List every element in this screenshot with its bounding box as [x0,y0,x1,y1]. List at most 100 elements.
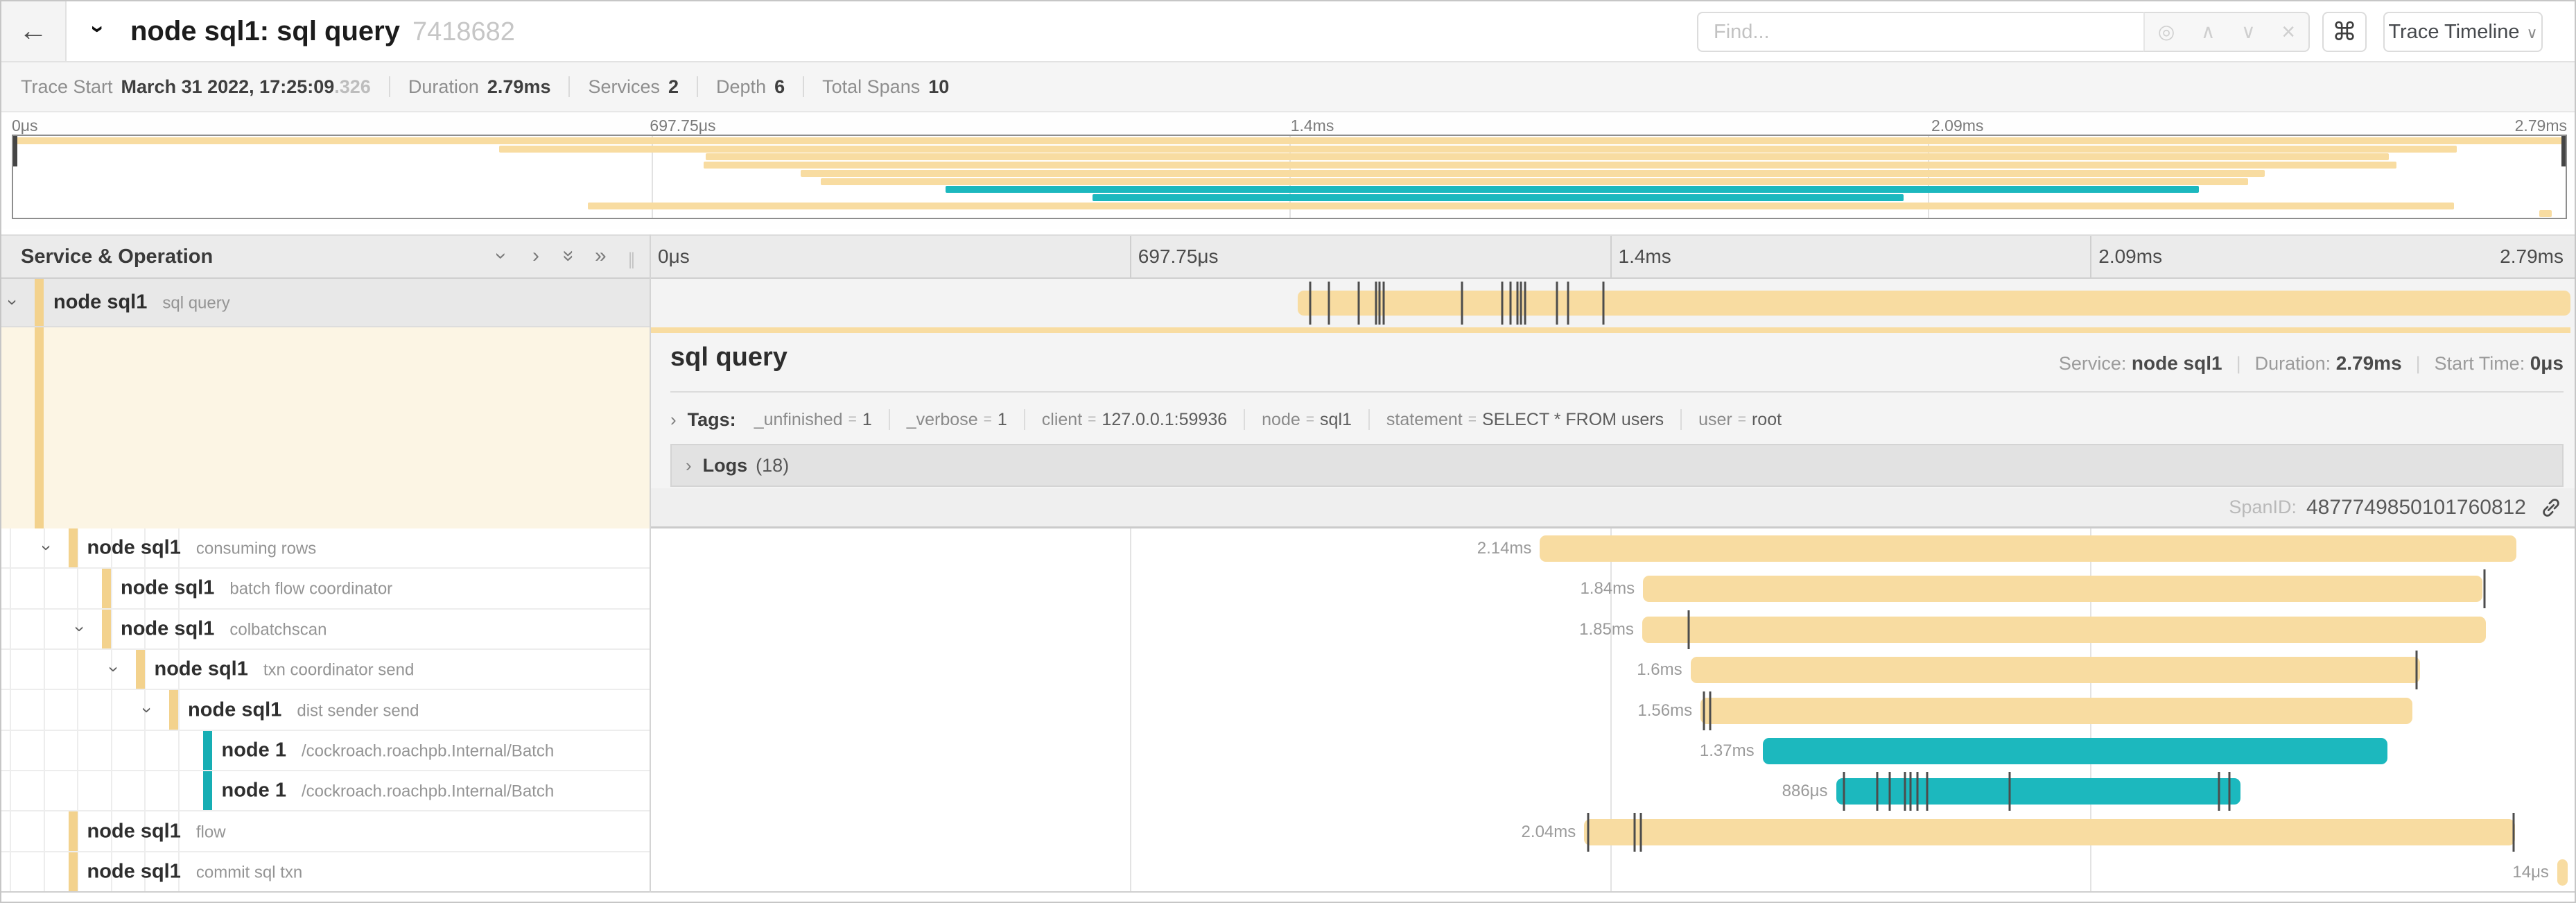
back-button[interactable]: ← [1,1,67,61]
service-name[interactable]: node sql1commit sql txn [87,860,303,883]
find-prev-icon[interactable]: ∧ [2201,22,2216,42]
bars-strip: 14μs [1298,852,2570,893]
service-name[interactable]: node sql1colbatchscan [121,617,327,640]
span-bar[interactable] [1691,657,2421,683]
service-name[interactable]: node sql1batch flow coordinator [121,577,392,600]
keyboard-shortcuts-button[interactable]: ⌘ [2322,12,2367,52]
find-input[interactable] [1697,12,2143,52]
service-accent-bar [203,731,212,770]
locate-icon[interactable]: ◎ [2158,22,2175,42]
bars-strip: 2.14ms [1298,528,2570,569]
service-name[interactable]: node 1/cockroach.roachpb.Internal/Batch [222,780,555,802]
tag-value: 1 [862,410,872,430]
span-row[interactable]: › node sql1consuming rows 2.14ms [1,528,2575,569]
tree-row[interactable]: node sql1flow [1,811,650,852]
span-bar[interactable] [1836,778,2240,805]
meta-separator [568,76,570,97]
tree-row-sql-query[interactable]: › node sql1sql query [1,279,650,327]
column-resize-grip[interactable]: ∥ [627,250,638,270]
service-name[interactable]: node sql1flow [87,820,226,843]
tree-row[interactable]: node sql1commit sql txn [1,852,650,893]
span-bar[interactable] [1584,819,2514,845]
logs-accordion[interactable]: › Logs (18) [670,444,2564,487]
span-row[interactable]: node sql1batch flow coordinator 1.84ms [1,569,2575,609]
span-bar[interactable] [1763,738,2388,764]
chevron-down-icon[interactable]: › [35,545,57,551]
log-marker-tick [1461,282,1463,325]
service-accent-bar [136,650,145,689]
span-bar[interactable] [1298,291,2570,316]
meta-value: 6 [774,76,785,98]
service-accent-bar [69,528,78,567]
span-bar[interactable] [1643,576,2482,602]
service-name[interactable]: node sql1dist sender send [188,698,419,721]
span-row[interactable]: node 1/cockroach.roachpb.Internal/Batch 1… [1,731,2575,771]
chevron-down-icon[interactable]: › [137,707,158,713]
log-marker-tick [1524,282,1526,325]
link-icon[interactable] [2540,497,2562,519]
tree-row[interactable]: › node sql1txn coordinator send [1,650,650,690]
span-row[interactable]: › node sql1colbatchscan 1.85ms [1,610,2575,650]
minimap-right-scrubber[interactable] [2561,136,2566,166]
service-name[interactable]: node sql1sql query [53,291,230,314]
duration-value: 2.79ms [2336,352,2402,374]
trace-collapse-toggle[interactable]: › [94,1,102,61]
tree-row[interactable]: › node sql1consuming rows [1,528,650,569]
bar-row[interactable]: 14μs [650,852,2575,893]
span-bar[interactable] [2557,859,2568,886]
bar-row[interactable]: 1.84ms [650,569,2575,609]
tag-value: 127.0.0.1:59936 [1102,410,1227,430]
service-name[interactable]: node sql1txn coordinator send [155,658,415,681]
bar-row[interactable]: 886μs [650,771,2575,811]
service-name[interactable]: node 1/cockroach.roachpb.Internal/Batch [222,739,555,762]
span-bar[interactable] [1642,617,2486,643]
span-row[interactable]: node sql1flow 2.04ms [1,811,2575,852]
span-bar[interactable] [1700,698,2412,724]
tree-row[interactable]: node 1/cockroach.roachpb.Internal/Batch [1,771,650,811]
panel-divider[interactable] [650,234,651,893]
tree-row[interactable]: node 1/cockroach.roachpb.Internal/Batch [1,731,650,771]
bar-row[interactable]: 1.37ms [650,731,2575,771]
span-row[interactable]: › node sql1txn coordinator send 1.6ms [1,650,2575,690]
minimap-canvas[interactable] [12,135,2567,219]
bar-row[interactable]: 2.14ms [650,528,2575,569]
tree-row[interactable]: › node sql1colbatchscan [1,610,650,650]
span-duration-label: 886μs [1782,782,1828,801]
span-detail-left-gutter [1,327,650,528]
log-marker-tick [2229,772,2231,811]
meta-separator [389,76,390,97]
find-clear-icon[interactable]: × [2281,20,2295,44]
service-accent-bar [102,610,111,648]
view-selector-button[interactable]: Trace Timeline∨ [2383,12,2543,52]
trace-meta-item: Duration2.79ms [408,76,551,98]
collapse-one-icon[interactable]: › [498,236,505,277]
tags-accordion[interactable]: › Tags: _unfinished=1_verbose=1client=12… [670,399,2564,440]
expand-one-icon[interactable]: › [532,236,539,277]
minimap-span-bar [704,162,2396,169]
tree-row[interactable]: node sql1batch flow coordinator [1,569,650,609]
minimap-left-scrubber[interactable] [13,136,17,166]
span-row-selected[interactable]: › node sql1sql query [1,279,2575,327]
bar-row[interactable]: 1.85ms [650,610,2575,650]
minimap-span-bar [821,178,2248,185]
bar-row[interactable]: 1.6ms [650,650,2575,690]
bar-row[interactable]: 1.56ms [650,690,2575,730]
span-bar[interactable] [1540,535,2516,562]
chevron-down-icon[interactable]: › [2,300,24,306]
chevron-down-icon[interactable]: › [69,626,91,632]
chevron-down-icon[interactable]: › [103,666,124,673]
log-marker-tick [1703,691,1705,730]
log-marker-tick [1510,282,1512,325]
expand-all-icon[interactable]: » [595,236,607,277]
service-name[interactable]: node sql1consuming rows [87,537,317,560]
meta-separator [803,76,804,97]
bar-row-sql-query[interactable] [650,279,2575,327]
meta-label: Duration [408,76,479,98]
span-row[interactable]: node sql1commit sql txn 14μs [1,852,2575,893]
span-row[interactable]: › node sql1dist sender send 1.56ms [1,690,2575,730]
bar-row[interactable]: 2.04ms [650,811,2575,852]
span-row[interactable]: node 1/cockroach.roachpb.Internal/Batch 8… [1,771,2575,811]
collapse-all-icon[interactable]: » [563,236,575,277]
tree-row[interactable]: › node sql1dist sender send [1,690,650,730]
find-next-icon[interactable]: ∨ [2241,22,2256,42]
